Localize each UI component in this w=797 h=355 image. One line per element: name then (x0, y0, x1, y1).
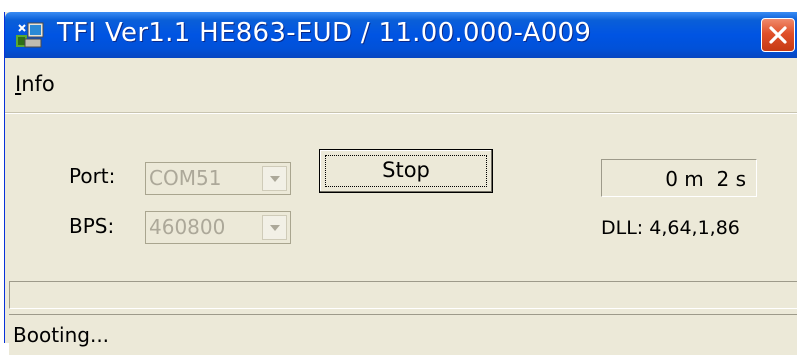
dll-version-text: DLL: 4,64,1,86 (601, 217, 740, 239)
port-value: COM51 (149, 166, 222, 190)
status-text: Booting... (13, 323, 110, 347)
close-button[interactable] (761, 18, 795, 52)
port-select[interactable]: COM51 (145, 162, 291, 195)
menu-bar: Info (5, 62, 797, 113)
bps-dropdown-button[interactable] (262, 215, 287, 240)
chevron-down-icon (270, 176, 280, 182)
menu-divider (5, 113, 797, 114)
port-dropdown-button[interactable] (262, 166, 287, 191)
title-bar[interactable]: TFI Ver1.1 HE863-EUD / 11.00.000-A009 (5, 12, 797, 58)
port-label: Port: (69, 164, 116, 188)
close-x-icon (769, 26, 787, 44)
elapsed-time-text: 0 m 2 s (665, 167, 746, 191)
elapsed-time-display: 0 m 2 s (601, 159, 757, 197)
bps-select[interactable]: 460800 (145, 211, 291, 244)
stop-button-label: Stop (382, 158, 430, 182)
menu-item-info-rest: nfo (21, 72, 55, 96)
app-window: TFI Ver1.1 HE863-EUD / 11.00.000-A009 In… (4, 12, 797, 355)
window-title: TFI Ver1.1 HE863-EUD / 11.00.000-A009 (57, 18, 592, 48)
tfi-app-icon (15, 21, 45, 49)
menu-item-info[interactable]: Info (15, 72, 55, 96)
stop-button[interactable]: Stop (319, 149, 493, 193)
chevron-down-icon (270, 225, 280, 231)
bps-value: 460800 (149, 215, 226, 239)
bps-label: BPS: (69, 214, 115, 238)
status-bar: Booting... (9, 314, 797, 355)
progress-bar (9, 281, 797, 309)
